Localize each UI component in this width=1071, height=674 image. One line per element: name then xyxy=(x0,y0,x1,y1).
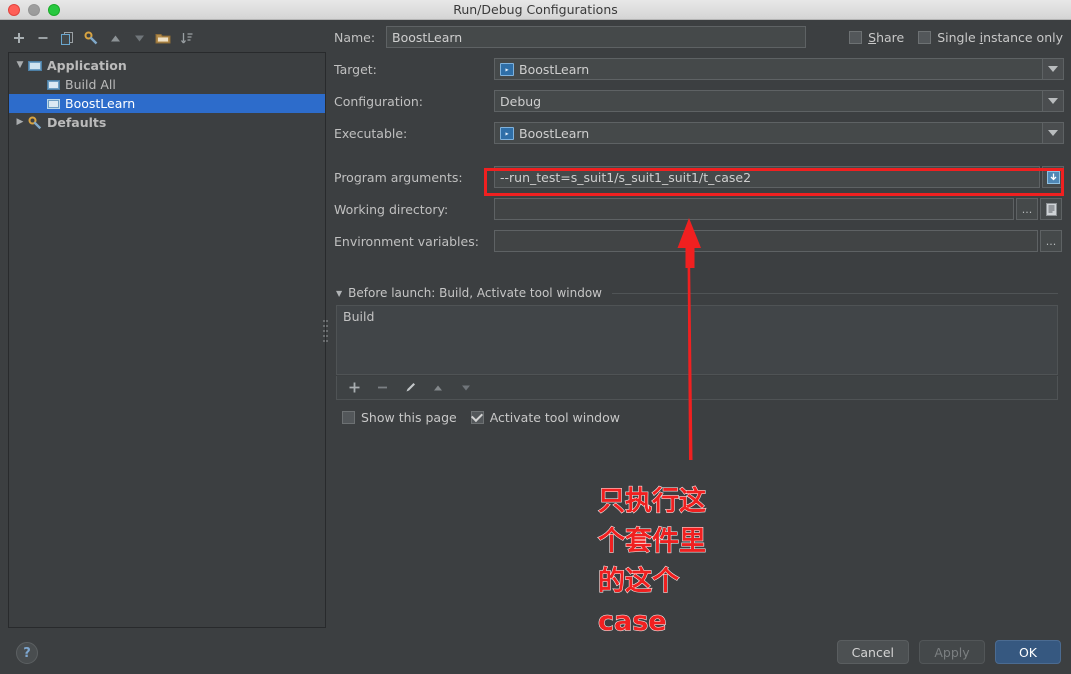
program-arguments-row: Program arguments: --run_test=s_suit1/s_… xyxy=(334,166,1064,188)
show-this-page-label: Show this page xyxy=(361,410,457,425)
before-launch-collapse-icon[interactable]: ▼ xyxy=(336,289,342,298)
program-arguments-value: --run_test=s_suit1/s_suit1_suit1/t_case2 xyxy=(500,169,752,185)
configuration-row: Configuration: Debug xyxy=(334,90,1064,112)
program-arguments-field[interactable]: --run_test=s_suit1/s_suit1_suit1/t_case2 xyxy=(494,166,1040,188)
panel-splitter[interactable] xyxy=(323,318,329,344)
tree-node-build-all[interactable]: Build All xyxy=(9,75,325,94)
tree-node-application[interactable]: ▼ Application xyxy=(9,56,325,75)
configuration-label: Configuration: xyxy=(334,93,423,109)
target-row: Target: ▸ BoostLearn xyxy=(334,58,1064,80)
remove-task-button[interactable] xyxy=(371,377,393,399)
run-target-icon: ▸ xyxy=(500,62,514,76)
name-row: Name: BoostLearn xyxy=(334,26,1064,48)
tree-node-label: Defaults xyxy=(47,115,107,130)
activate-tool-window-label: Activate tool window xyxy=(489,410,620,425)
copy-configuration-button[interactable] xyxy=(56,27,78,49)
defaults-icon xyxy=(27,115,43,131)
executable-label: Executable: xyxy=(334,125,408,141)
tree-node-defaults[interactable]: ▶ Defaults xyxy=(9,113,325,132)
expand-collapse-arrow-icon[interactable]: ▼ xyxy=(13,61,27,70)
working-directory-input[interactable] xyxy=(494,198,1014,220)
name-input[interactable]: BoostLearn xyxy=(386,26,806,48)
target-label: Target: xyxy=(334,61,377,77)
new-folder-button[interactable] xyxy=(152,27,174,49)
configuration-combobox-value-wrap[interactable]: Debug xyxy=(494,90,1042,112)
environment-variables-label: Environment variables: xyxy=(334,233,479,249)
window-titlebar: Run/Debug Configurations xyxy=(0,0,1071,20)
sort-button[interactable] xyxy=(176,27,198,49)
tree-node-label: Application xyxy=(47,58,127,73)
environment-variables-browse-button[interactable]: ... xyxy=(1040,230,1062,252)
chevron-down-icon[interactable] xyxy=(1042,58,1064,80)
tree-node-label: Build All xyxy=(65,77,116,92)
program-arguments-label: Program arguments: xyxy=(334,169,463,185)
run-target-icon: ▸ xyxy=(500,126,514,140)
environment-variables-input[interactable] xyxy=(494,230,1038,252)
expand-collapse-arrow-icon[interactable]: ▶ xyxy=(13,118,27,127)
before-launch-options: Show this page Activate tool window xyxy=(342,410,620,425)
apply-button: Apply xyxy=(919,640,985,664)
name-label: Name: xyxy=(334,29,376,45)
macro-list-icon[interactable] xyxy=(1040,198,1062,220)
configuration-combobox[interactable]: Debug xyxy=(494,90,1064,112)
executable-combobox-value: BoostLearn xyxy=(519,125,590,141)
executable-combobox[interactable]: ▸ BoostLearn xyxy=(494,122,1064,144)
cancel-button[interactable]: Cancel xyxy=(836,640,909,664)
application-icon xyxy=(27,58,43,74)
activate-tool-window-checkbox-box[interactable] xyxy=(470,411,484,424)
configuration-combobox-value: Debug xyxy=(500,93,542,109)
target-combobox-value-wrap[interactable]: ▸ BoostLearn xyxy=(494,58,1042,80)
annotation-line: 只执行这 xyxy=(598,486,707,518)
move-down-button[interactable] xyxy=(128,27,150,49)
working-directory-label: Working directory: xyxy=(334,201,449,217)
ok-button[interactable]: OK xyxy=(995,640,1061,664)
remove-configuration-button[interactable] xyxy=(32,27,54,49)
executable-row: Executable: ▸ BoostLearn xyxy=(334,122,1064,144)
add-configuration-button[interactable] xyxy=(8,27,30,49)
target-combobox[interactable]: ▸ BoostLearn xyxy=(494,58,1064,80)
annotation-text: 只执行这 个套件里 的这个 case xyxy=(598,482,768,642)
working-directory-browse-button[interactable]: ... xyxy=(1016,198,1038,220)
edit-task-button[interactable] xyxy=(399,377,421,399)
run-config-icon xyxy=(45,77,61,93)
dialog-buttons: Cancel Apply OK xyxy=(836,640,1061,664)
tree-node-label: BoostLearn xyxy=(65,96,136,111)
annotation-line: 的这个 xyxy=(598,566,680,598)
move-up-button[interactable] xyxy=(104,27,126,49)
run-debug-configurations-dialog: Run/Debug Configurations ▼ Application B… xyxy=(0,0,1071,674)
before-launch-title: Before launch: Build, Activate tool wind… xyxy=(348,286,602,300)
move-task-down-button[interactable] xyxy=(455,377,477,399)
configurations-toolbar xyxy=(8,26,318,50)
add-task-button[interactable] xyxy=(343,377,365,399)
annotation-line: 个套件里 xyxy=(598,526,707,558)
help-button[interactable]: ? xyxy=(16,642,38,664)
tree-node-boostlearn[interactable]: BoostLearn xyxy=(9,94,325,113)
move-task-up-button[interactable] xyxy=(427,377,449,399)
target-combobox-value: BoostLearn xyxy=(519,61,590,77)
show-this-page-checkbox-box[interactable] xyxy=(342,411,355,424)
show-this-page-checkbox[interactable]: Show this page xyxy=(342,410,457,425)
name-input-value: BoostLearn xyxy=(392,29,463,45)
run-config-icon xyxy=(45,96,61,112)
chevron-down-icon[interactable] xyxy=(1042,122,1064,144)
executable-combobox-value-wrap[interactable]: ▸ BoostLearn xyxy=(494,122,1042,144)
annotation-line: case xyxy=(598,606,668,638)
expand-editor-icon[interactable] xyxy=(1042,166,1064,188)
chevron-down-icon[interactable] xyxy=(1042,90,1064,112)
annotation-arrow-icon xyxy=(677,218,701,460)
configurations-tree[interactable]: ▼ Application Build All BoostLearn ▶ Def… xyxy=(8,52,326,628)
edit-defaults-button[interactable] xyxy=(80,27,102,49)
activate-tool-window-checkbox[interactable]: Activate tool window xyxy=(470,410,620,425)
window-title: Run/Debug Configurations xyxy=(453,2,618,17)
